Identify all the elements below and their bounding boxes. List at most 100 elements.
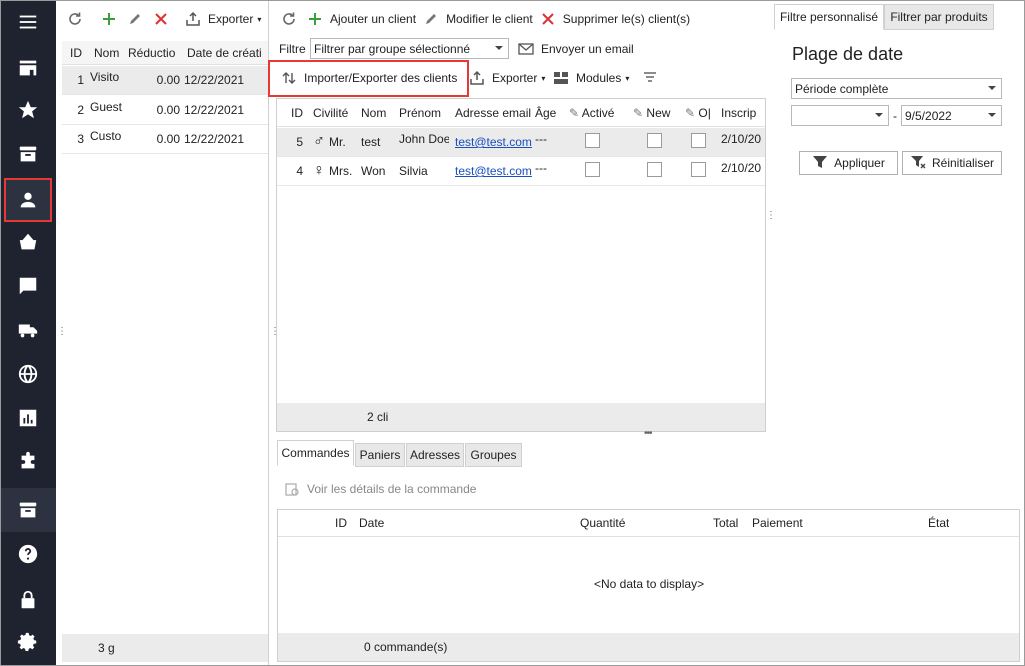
col-date[interactable]: Date (359, 516, 384, 530)
col-active[interactable]: ✎ Activé (567, 106, 629, 120)
delete-icon[interactable] (150, 8, 172, 30)
edit-icon[interactable] (420, 8, 442, 30)
order-details[interactable]: Voir les détails de la commande (281, 478, 476, 500)
modules-button[interactable]: Modules (576, 71, 621, 85)
col-id[interactable]: ID (62, 46, 90, 60)
table-row[interactable]: 2 Guest 0.00 12/22/2021 (62, 96, 268, 125)
col-name[interactable]: Nom (90, 46, 124, 60)
newsletter-checkbox[interactable] (647, 162, 662, 177)
modules[interactable]: Modules ▾ (550, 67, 629, 89)
add-icon[interactable] (98, 8, 120, 30)
import-export[interactable]: Importer/Exporter des clients (278, 67, 457, 89)
filters-splitter[interactable]: ⋮ (766, 210, 776, 221)
active-checkbox[interactable] (585, 162, 600, 177)
star-icon[interactable] (0, 88, 56, 132)
email-link[interactable]: test@test.com (449, 164, 533, 178)
tab-addresses[interactable]: Adresses (406, 443, 464, 467)
order-details-icon (281, 478, 303, 500)
date-from-select[interactable] (791, 105, 889, 126)
archive-icon[interactable] (0, 132, 56, 176)
groups-toolbar: Exporter ▾ (64, 8, 261, 30)
table-row[interactable]: 5 ♂ Mr. test John Doe test@test.com --- 2… (277, 128, 765, 157)
table-row[interactable]: 1 Visito 0.00 12/22/2021 (62, 66, 268, 95)
horizontal-splitter[interactable]: ••• (644, 428, 652, 439)
comments-icon[interactable] (0, 264, 56, 308)
col-firstname[interactable]: Prénom (393, 106, 449, 120)
col-payment[interactable]: Paiement (752, 516, 803, 530)
globe-icon[interactable] (0, 352, 56, 396)
basket-icon[interactable] (0, 220, 56, 264)
menu-icon[interactable] (0, 0, 56, 44)
col-email[interactable]: Adresse email (449, 106, 533, 120)
active-checkbox[interactable] (585, 133, 600, 148)
add-icon[interactable] (304, 8, 326, 30)
lock-icon[interactable] (0, 578, 56, 622)
reset-button[interactable]: Réinitialiser (902, 151, 1002, 175)
date-to-select[interactable]: 9/5/2022 (901, 105, 1002, 126)
col-civility[interactable]: Civilité (307, 106, 357, 120)
period-select[interactable]: Période complète (791, 78, 1002, 99)
pencil-icon: ✎ (569, 105, 580, 120)
col-lastname[interactable]: Nom (357, 106, 393, 120)
truck-icon[interactable] (0, 308, 56, 352)
tab-carts[interactable]: Paniers (355, 443, 405, 467)
add-customer-button[interactable]: Ajouter un client (330, 12, 416, 26)
orders-count: 0 commande(s) (364, 640, 448, 654)
email-link[interactable]: test@test.com (449, 135, 533, 149)
tab-product-filter[interactable]: Filtrer par produits (884, 4, 994, 30)
col-newsletter[interactable]: ✎ New (629, 106, 681, 120)
export-icon[interactable] (182, 8, 204, 30)
table-row[interactable]: 4 ♀ Mrs. Won Silvia test@test.com --- 2/1… (277, 157, 765, 186)
optin-checkbox[interactable] (691, 162, 706, 177)
customers-export-button[interactable]: Exporter (492, 71, 537, 85)
import-export-customers-button[interactable]: Importer/Exporter des clients (304, 71, 457, 85)
refresh-icon[interactable] (64, 8, 86, 30)
send-email[interactable]: Envoyer un email (515, 38, 634, 60)
col-date[interactable]: Date de créati (181, 46, 263, 60)
customers-splitter[interactable]: ⋮ (270, 326, 280, 337)
refresh-icon[interactable] (278, 8, 300, 30)
optin-checkbox[interactable] (691, 133, 706, 148)
edit-icon[interactable] (124, 8, 146, 30)
filter-label: Filtre (279, 42, 306, 56)
tab-custom-filter[interactable]: Filtre personnalisé (774, 4, 884, 30)
modules-store-icon[interactable] (0, 488, 56, 532)
male-icon: ♂ (313, 133, 325, 150)
group-filter-select[interactable]: Filtrer par groupe sélectionné (310, 38, 509, 59)
col-discount[interactable]: Réductio (124, 46, 181, 60)
col-registration[interactable]: Inscrip (715, 106, 761, 120)
tab-orders[interactable]: Commandes (277, 440, 354, 466)
funnel-icon (812, 154, 828, 173)
reports-icon[interactable] (0, 396, 56, 440)
delete-customer-button[interactable]: Supprimer le(s) client(s) (563, 12, 690, 26)
delete-icon[interactable] (537, 8, 559, 30)
orders-grid: ID Date Quantité Total Paiement État <No… (277, 509, 1020, 662)
col-age[interactable]: Âge (533, 106, 567, 120)
help-icon[interactable] (0, 532, 56, 576)
column-filter-icon[interactable] (639, 67, 661, 89)
apply-button[interactable]: Appliquer (799, 151, 898, 175)
tab-groups[interactable]: Groupes (465, 443, 522, 467)
send-email-button[interactable]: Envoyer un email (541, 42, 634, 56)
female-icon: ♀ (313, 162, 325, 179)
customers-export[interactable]: Exporter ▾ (466, 67, 545, 89)
col-id[interactable]: ID (277, 106, 307, 120)
newsletter-checkbox[interactable] (647, 133, 662, 148)
col-status[interactable]: État (928, 516, 949, 530)
customers-icon[interactable] (4, 178, 52, 222)
puzzle-icon[interactable] (0, 440, 56, 484)
col-optin[interactable]: ✎ O| (681, 106, 715, 120)
edit-customer-button[interactable]: Modifier le client (446, 12, 533, 26)
groups-export-button[interactable]: Exporter (208, 12, 253, 26)
col-total[interactable]: Total (713, 516, 738, 530)
main-nav (0, 0, 56, 666)
col-quantity[interactable]: Quantité (580, 516, 625, 530)
order-details-button[interactable]: Voir les détails de la commande (307, 482, 476, 496)
settings-icon[interactable] (0, 620, 56, 664)
groups-splitter[interactable]: ⋮ (57, 326, 67, 337)
orders-footer: 0 commande(s) (278, 633, 1019, 661)
col-id[interactable]: ID (335, 516, 347, 530)
customers-toolbar: Ajouter un client Modifier le client Sup… (278, 8, 690, 30)
store-icon[interactable] (0, 46, 56, 90)
table-row[interactable]: 3 Custo 0.00 12/22/2021 (62, 125, 268, 154)
